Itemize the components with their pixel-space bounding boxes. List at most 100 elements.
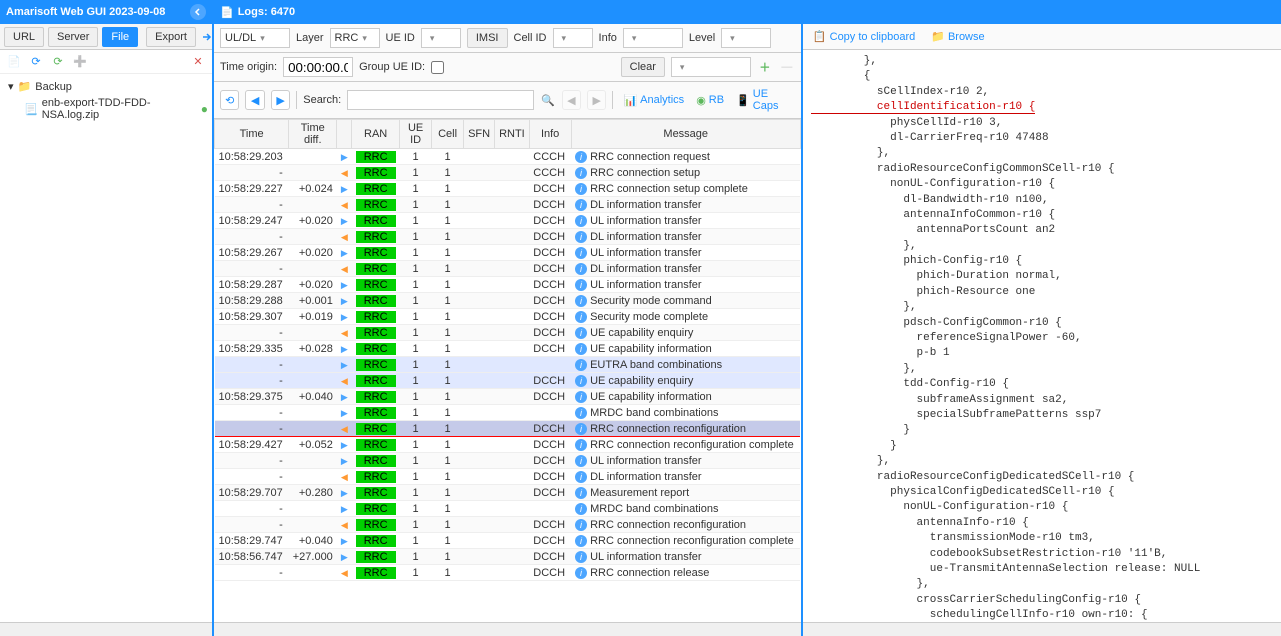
- analytics-button[interactable]: 📊Analytics: [619, 86, 688, 114]
- col-header[interactable]: Message: [571, 120, 800, 149]
- arrow-right-icon: ▶: [341, 456, 348, 466]
- add-green-icon[interactable]: ＋: [757, 59, 773, 75]
- info-icon: i: [575, 279, 587, 291]
- collapse-left-icon[interactable]: [190, 4, 206, 20]
- search-input[interactable]: [347, 90, 534, 110]
- uecaps-button[interactable]: 📱UE Caps: [732, 86, 795, 114]
- table-row[interactable]: -◀RRC11DCCHi RRC connection reconfigurat…: [215, 517, 801, 533]
- tab-file[interactable]: File: [102, 27, 138, 47]
- col-header[interactable]: Cell: [432, 120, 464, 149]
- col-header[interactable]: UE ID: [400, 120, 432, 149]
- right-scrollbar[interactable]: [803, 622, 1281, 636]
- table-row[interactable]: 10:58:29.427+0.052▶RRC11DCCHi RRC connec…: [215, 437, 801, 453]
- clear-combo[interactable]: ▾: [671, 57, 751, 77]
- col-header[interactable]: Time diff.: [289, 120, 337, 149]
- table-row[interactable]: 10:58:29.287+0.020▶RRC11DCCHi UL informa…: [215, 277, 801, 293]
- table-row[interactable]: -◀RRC11DCCHi DL information transfer: [215, 229, 801, 245]
- center-scrollbar[interactable]: [214, 622, 801, 636]
- table-row[interactable]: 10:58:29.707+0.280▶RRC11DCCHi Measuremen…: [215, 485, 801, 501]
- info-icon: i: [575, 151, 587, 163]
- group-ue-checkbox[interactable]: [431, 61, 444, 74]
- info-label: Info: [599, 32, 617, 44]
- export-arrow-icon[interactable]: [200, 29, 214, 45]
- table-row[interactable]: -▶RRC11i EUTRA band combinations: [215, 357, 801, 373]
- add-icon[interactable]: ➕: [72, 54, 88, 70]
- table-row[interactable]: 10:58:56.747+27.000▶RRC11DCCHi UL inform…: [215, 549, 801, 565]
- table-row[interactable]: -◀RRC11DCCHi DL information transfer: [215, 197, 801, 213]
- table-row[interactable]: 10:58:29.335+0.028▶RRC11DCCHi UE capabil…: [215, 341, 801, 357]
- table-row[interactable]: 10:58:29.203▶RRC11CCCHi RRC connection r…: [215, 149, 801, 165]
- tree-folder-backup[interactable]: ▾ 📁 Backup: [4, 78, 208, 95]
- arrow-right-icon: ▶: [341, 312, 348, 322]
- code-view[interactable]: }, { sCellIndex-r10 2, cellIdentificatio…: [803, 50, 1281, 622]
- search-next-icon[interactable]: ▶: [587, 90, 606, 110]
- col-header[interactable]: RNTI: [495, 120, 530, 149]
- table-row[interactable]: -◀RRC11CCCHi RRC connection setup: [215, 165, 801, 181]
- arrow-right-icon: ▶: [341, 184, 348, 194]
- binoculars-icon[interactable]: 🔍: [540, 92, 555, 108]
- table-row[interactable]: -▶RRC11i MRDC band combinations: [215, 405, 801, 421]
- rb-button[interactable]: ◉RB: [692, 86, 728, 114]
- table-row[interactable]: 10:58:29.747+0.040▶RRC11DCCHi RRC connec…: [215, 533, 801, 549]
- tab-server[interactable]: Server: [48, 27, 98, 47]
- clear-button[interactable]: Clear: [621, 57, 665, 77]
- col-header[interactable]: SFN: [464, 120, 495, 149]
- tab-url[interactable]: URL: [4, 27, 44, 47]
- filter-imsi[interactable]: IMSI: [467, 28, 508, 48]
- table-row[interactable]: 10:58:29.227+0.024▶RRC11DCCHi RRC connec…: [215, 181, 801, 197]
- table-row[interactable]: -◀RRC11DCCHi DL information transfer: [215, 261, 801, 277]
- arrow-right-icon: ▶: [341, 360, 348, 370]
- info-icon: i: [575, 359, 587, 371]
- rrc-chip: RRC: [356, 439, 396, 451]
- filter-uldl[interactable]: UL/DL▾: [220, 28, 290, 48]
- table-row[interactable]: 10:58:29.375+0.040▶RRC11DCCHi UE capabil…: [215, 389, 801, 405]
- table-row[interactable]: -▶RRC11DCCHi UL information transfer: [215, 453, 801, 469]
- arrow-right-icon: ▶: [341, 248, 348, 258]
- search-prev-icon[interactable]: ◀: [562, 90, 581, 110]
- rrc-chip: RRC: [356, 263, 396, 275]
- refresh-green-icon[interactable]: ⟳: [50, 54, 66, 70]
- table-row[interactable]: -◀RRC11DCCHi RRC connection reconfigurat…: [215, 421, 801, 437]
- left-scrollbar[interactable]: [0, 622, 212, 636]
- table-row[interactable]: -▶RRC11i MRDC band combinations: [215, 501, 801, 517]
- time-origin-input[interactable]: [283, 57, 353, 77]
- close-icon[interactable]: ✕: [190, 54, 206, 70]
- arrow-right-icon: ▶: [341, 504, 348, 514]
- tree-file-log[interactable]: 📃 enb-export-TDD-FDD-NSA.log.zip ●: [4, 95, 208, 123]
- col-header[interactable]: RAN: [352, 120, 400, 149]
- remove-icon[interactable]: —: [779, 59, 795, 75]
- browse-button[interactable]: 📁Browse: [927, 28, 988, 45]
- filter-info[interactable]: ▾: [623, 28, 683, 48]
- nav-home-icon[interactable]: ⟲: [220, 90, 239, 110]
- col-header[interactable]: Info: [529, 120, 571, 149]
- info-icon: i: [575, 551, 587, 563]
- table-row[interactable]: -◀RRC11DCCHi DL information transfer: [215, 469, 801, 485]
- info-icon: i: [575, 567, 587, 579]
- filter-layer[interactable]: RRC▾: [330, 28, 380, 48]
- table-row[interactable]: -◀RRC11DCCHi UE capability enquiry: [215, 325, 801, 341]
- file-icon-1[interactable]: 📄: [6, 54, 22, 70]
- filter-ueid[interactable]: ▾: [421, 28, 461, 48]
- refresh-icon[interactable]: ⟳: [28, 54, 44, 70]
- table-row[interactable]: -◀RRC11DCCHi RRC connection release: [215, 565, 801, 581]
- export-button[interactable]: Export: [146, 27, 196, 47]
- arrow-left-icon: ◀: [341, 568, 348, 578]
- table-row[interactable]: 10:58:29.307+0.019▶RRC11DCCHi Security m…: [215, 309, 801, 325]
- filter-cellid[interactable]: ▾: [553, 28, 593, 48]
- table-row[interactable]: 10:58:29.267+0.020▶RRC11DCCHi UL informa…: [215, 245, 801, 261]
- table-row[interactable]: 10:58:29.288+0.001▶RRC11DCCHi Security m…: [215, 293, 801, 309]
- info-icon: i: [575, 535, 587, 547]
- arrow-right-icon: ▶: [341, 152, 348, 162]
- nav-prev-icon[interactable]: ◀: [245, 90, 264, 110]
- filter-level[interactable]: ▾: [721, 28, 771, 48]
- col-header[interactable]: Time: [215, 120, 289, 149]
- nav-next-icon[interactable]: ▶: [271, 90, 290, 110]
- col-header[interactable]: [337, 120, 352, 149]
- table-row[interactable]: 10:58:29.247+0.020▶RRC11DCCHi UL informa…: [215, 213, 801, 229]
- info-icon: i: [575, 487, 587, 499]
- tree-file-label: enb-export-TDD-FDD-NSA.log.zip: [42, 97, 197, 121]
- copy-clipboard-button[interactable]: 📋Copy to clipboard: [809, 28, 919, 45]
- table-row[interactable]: -◀RRC11DCCHi UE capability enquiry: [215, 373, 801, 389]
- rrc-chip: RRC: [356, 343, 396, 355]
- arrow-right-icon: ▶: [341, 296, 348, 306]
